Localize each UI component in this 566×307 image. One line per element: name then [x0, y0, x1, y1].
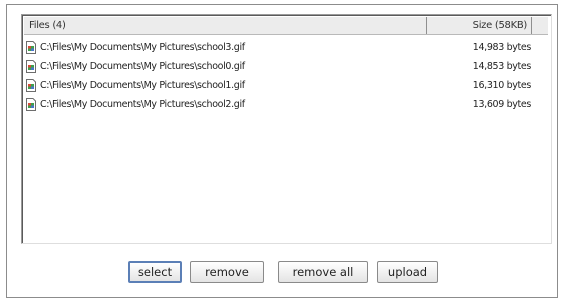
file-rows: C:\Files\My Documents\My Pictures\school…: [25, 38, 545, 114]
file-name: C:\Files\My Documents\My Pictures\school…: [40, 61, 245, 72]
remove-all-button[interactable]: remove all: [278, 261, 368, 283]
button-bar: select remove remove all upload: [7, 261, 557, 285]
file-row[interactable]: C:\Files\My Documents\My Pictures\school…: [25, 76, 545, 95]
size-column-header[interactable]: Size (58KB): [428, 17, 532, 34]
file-size: 16,310 bytes: [472, 80, 532, 91]
file-name: C:\Files\My Documents\My Pictures\school…: [40, 42, 245, 53]
upload-button[interactable]: upload: [377, 261, 438, 283]
file-name: C:\Files\My Documents\My Pictures\school…: [40, 80, 245, 91]
file-list-header: Files (4) Size (58KB): [24, 17, 548, 35]
file-row[interactable]: C:\Files\My Documents\My Pictures\school…: [25, 57, 545, 76]
file-row[interactable]: C:\Files\My Documents\My Pictures\school…: [25, 38, 545, 57]
file-size: 14,853 bytes: [472, 61, 532, 72]
file-row[interactable]: C:\Files\My Documents\My Pictures\school…: [25, 95, 545, 114]
gif-file-icon: [26, 98, 36, 111]
select-button[interactable]: select: [128, 261, 182, 283]
gif-file-icon: [26, 79, 36, 92]
file-size: 13,609 bytes: [472, 99, 532, 110]
gif-file-icon: [26, 41, 36, 54]
files-column-header[interactable]: Files (4): [24, 17, 427, 34]
remove-button[interactable]: remove: [190, 261, 264, 283]
file-size: 14,983 bytes: [472, 42, 532, 53]
upload-panel: Files (4) Size (58KB) C:\Files\My Docume…: [6, 4, 558, 298]
file-list[interactable]: Files (4) Size (58KB) C:\Files\My Docume…: [21, 14, 552, 244]
file-name: C:\Files\My Documents\My Pictures\school…: [40, 99, 245, 110]
gif-file-icon: [26, 60, 36, 73]
